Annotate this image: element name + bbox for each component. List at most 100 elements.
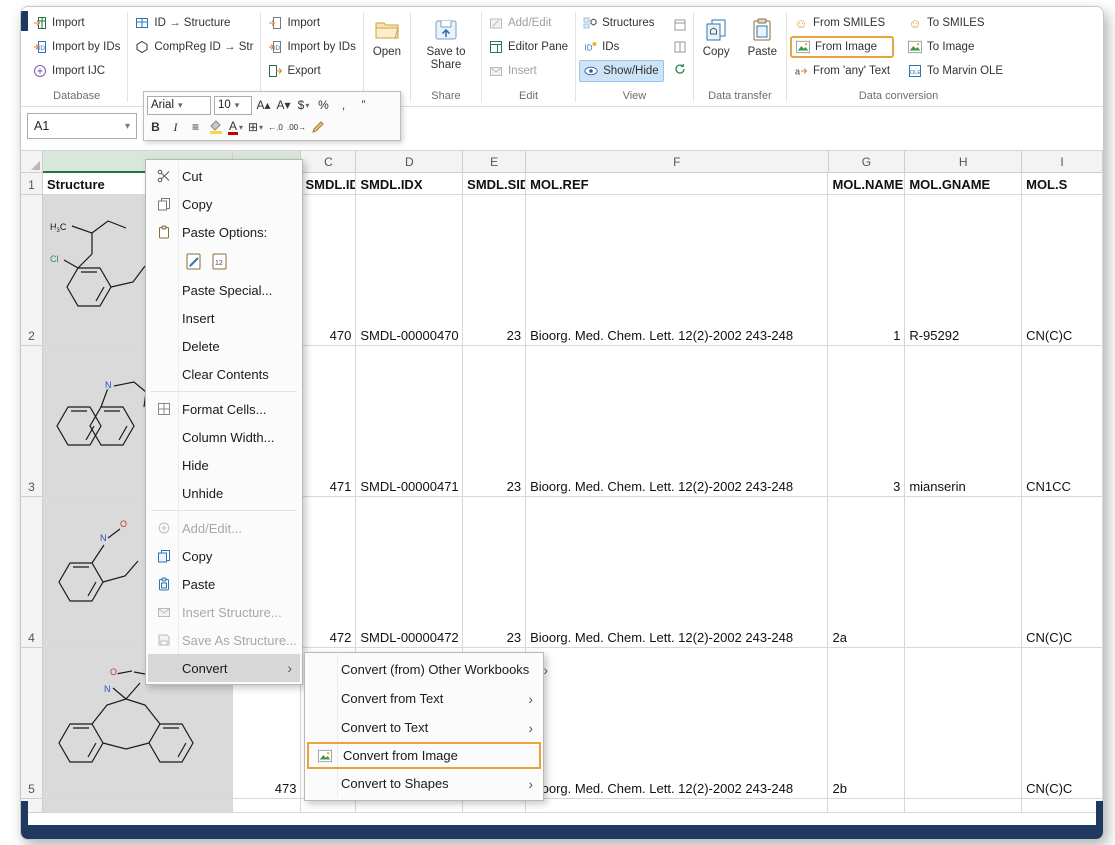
cell-c2[interactable]: 470 — [301, 195, 356, 346]
select-all-corner[interactable] — [21, 151, 43, 173]
from-image-button[interactable]: From Image — [790, 36, 894, 58]
submenu-item-convert-to-shapes[interactable]: Convert to Shapes › — [307, 769, 541, 798]
increase-decimal-button[interactable]: .00→ — [287, 118, 306, 137]
cell-g1[interactable]: MOL.NAME — [828, 173, 905, 195]
column-header-d[interactable]: D — [356, 151, 463, 173]
menu-item-column-width[interactable]: Column Width... — [148, 423, 300, 451]
menu-item-copy[interactable]: Copy — [148, 190, 300, 218]
cell-e4[interactable]: 23 — [463, 497, 526, 648]
cell-c4[interactable]: 472 — [301, 497, 356, 648]
database-import-by-ids-button[interactable]: ID Import by IDs — [29, 36, 124, 58]
view-ids-button[interactable]: ID IDs — [579, 36, 664, 58]
cell-i4[interactable]: CN(C)C — [1022, 497, 1103, 648]
cell-f4[interactable]: Bioorg. Med. Chem. Lett. 12(2)-2002 243-… — [526, 497, 828, 648]
cell-d4[interactable]: SMDL-00000472 — [356, 497, 463, 648]
menu-item-insert-structure[interactable]: Insert Structure... — [148, 598, 300, 626]
comma-style-button[interactable]: , — [335, 96, 352, 115]
view-structures-button[interactable]: Structures — [579, 12, 664, 34]
font-name-select[interactable]: Arial ▾ — [147, 96, 211, 115]
io-import-by-ids-button[interactable]: ID Import by IDs — [264, 36, 359, 58]
italic-button[interactable]: I — [167, 118, 184, 137]
compreg-id-to-str-button[interactable]: CompReg ID → Str — [131, 36, 257, 58]
cell-i5[interactable]: CN(C)C — [1022, 648, 1103, 799]
database-import-ijc-button[interactable]: Import IJC — [29, 60, 124, 82]
format-style-button[interactable]: ” — [355, 96, 372, 115]
cell-h1[interactable]: MOL.GNAME — [905, 173, 1022, 195]
editor-pane-button[interactable]: Editor Pane — [485, 36, 572, 58]
cell-h4[interactable] — [905, 497, 1022, 648]
paste-button[interactable]: Paste — [742, 12, 783, 59]
cell-c1[interactable]: SMDL.ID — [301, 173, 356, 195]
decrease-decimal-button[interactable]: ←.0 — [267, 118, 284, 137]
row-header-5[interactable]: 5 — [21, 648, 43, 799]
column-header-f[interactable]: F — [526, 151, 828, 173]
column-header-c[interactable]: C — [301, 151, 356, 173]
from-any-text-button[interactable]: a From 'any' Text — [790, 60, 894, 82]
cell-a6[interactable] — [43, 799, 233, 813]
cell-i2[interactable]: CN(C)C — [1022, 195, 1103, 346]
borders-button[interactable]: ⊞▾ — [247, 118, 264, 137]
column-header-e[interactable]: E — [463, 151, 526, 173]
copy-button[interactable]: Copy — [697, 12, 736, 59]
view-option-2-button[interactable] — [670, 37, 690, 57]
row-header-1[interactable]: 1 — [21, 173, 43, 195]
submenu-item-convert-from-image[interactable]: Convert from Image — [307, 742, 541, 769]
cell-d1[interactable]: SMDL.IDX — [356, 173, 463, 195]
cell-e2[interactable]: 23 — [463, 195, 526, 346]
view-refresh-button[interactable] — [670, 59, 690, 79]
save-to-share-button[interactable]: Save to Share — [414, 12, 478, 72]
cell-f5[interactable]: Bioorg. Med. Chem. Lett. 12(2)-2002 243-… — [526, 648, 828, 799]
insert-button[interactable]: Insert — [485, 60, 572, 82]
column-header-h[interactable]: H — [905, 151, 1022, 173]
cell-h2[interactable]: R-95292 — [905, 195, 1022, 346]
cell-g2[interactable]: 1 — [828, 195, 905, 346]
cell-g3[interactable]: 3 — [828, 346, 905, 497]
cell-i3[interactable]: CN1CC — [1022, 346, 1103, 497]
menu-item-insert[interactable]: Insert — [148, 304, 300, 332]
open-button[interactable]: Open — [367, 12, 407, 59]
column-header-g[interactable]: G — [829, 151, 906, 173]
menu-item-format-cells[interactable]: Format Cells... — [148, 395, 300, 423]
menu-item-paste-special[interactable]: Paste Special... — [148, 276, 300, 304]
paste-option-keep-formatting-icon[interactable] — [184, 251, 204, 271]
row-header-4[interactable]: 4 — [21, 497, 43, 648]
bold-button[interactable]: B — [147, 118, 164, 137]
format-painter-button[interactable] — [309, 118, 326, 137]
database-import-button[interactable]: Import — [29, 12, 124, 34]
menu-item-paste-structure[interactable]: Paste — [148, 570, 300, 598]
fill-color-button[interactable] — [207, 118, 224, 137]
to-smiles-button[interactable]: ☺ To SMILES — [904, 12, 1007, 34]
from-smiles-button[interactable]: ☺ From SMILES — [790, 12, 894, 34]
row-header-3[interactable]: 3 — [21, 346, 43, 497]
increase-font-button[interactable]: A▴ — [255, 96, 272, 115]
menu-item-clear-contents[interactable]: Clear Contents — [148, 360, 300, 388]
cell-i1[interactable]: MOL.S — [1022, 173, 1103, 195]
add-edit-button[interactable]: Add/Edit — [485, 12, 572, 34]
cell-c3[interactable]: 471 — [301, 346, 356, 497]
submenu-item-convert-to-text[interactable]: Convert to Text › — [307, 713, 541, 742]
cell-f1[interactable]: MOL.REF — [526, 173, 828, 195]
cell-g4[interactable]: 2a — [828, 497, 905, 648]
submenu-item-convert-from-text[interactable]: Convert from Text › — [307, 684, 541, 713]
io-import-button[interactable]: Import — [264, 12, 359, 34]
submenu-item-convert-from-other-workbooks[interactable]: Convert (from) Other Workbooks › — [307, 655, 541, 684]
cell-e3[interactable]: 23 — [463, 346, 526, 497]
font-size-select[interactable]: 10 ▾ — [214, 96, 252, 115]
id-to-structure-button[interactable]: ID → Structure — [131, 12, 257, 34]
view-show-hide-button[interactable]: Show/Hide — [579, 60, 664, 82]
to-marvin-ole-button[interactable]: OLE To Marvin OLE — [904, 60, 1007, 82]
name-box-dropdown-icon[interactable]: ▾ — [125, 121, 130, 132]
cell-e1[interactable]: SMDL.SID — [463, 173, 526, 195]
menu-item-copy-structure[interactable]: Copy — [148, 542, 300, 570]
menu-item-unhide[interactable]: Unhide — [148, 479, 300, 507]
io-export-button[interactable]: Export — [264, 60, 359, 82]
percent-style-button[interactable]: % — [315, 96, 332, 115]
cell-h3[interactable]: mianserin — [905, 346, 1022, 497]
cell-h5[interactable] — [905, 648, 1022, 799]
to-image-button[interactable]: To Image — [904, 36, 1007, 58]
menu-item-delete[interactable]: Delete — [148, 332, 300, 360]
cell-g5[interactable]: 2b — [828, 648, 905, 799]
decrease-font-button[interactable]: A▾ — [275, 96, 292, 115]
align-button[interactable]: ≡ — [187, 118, 204, 137]
font-color-button[interactable]: A▾ — [227, 118, 244, 137]
